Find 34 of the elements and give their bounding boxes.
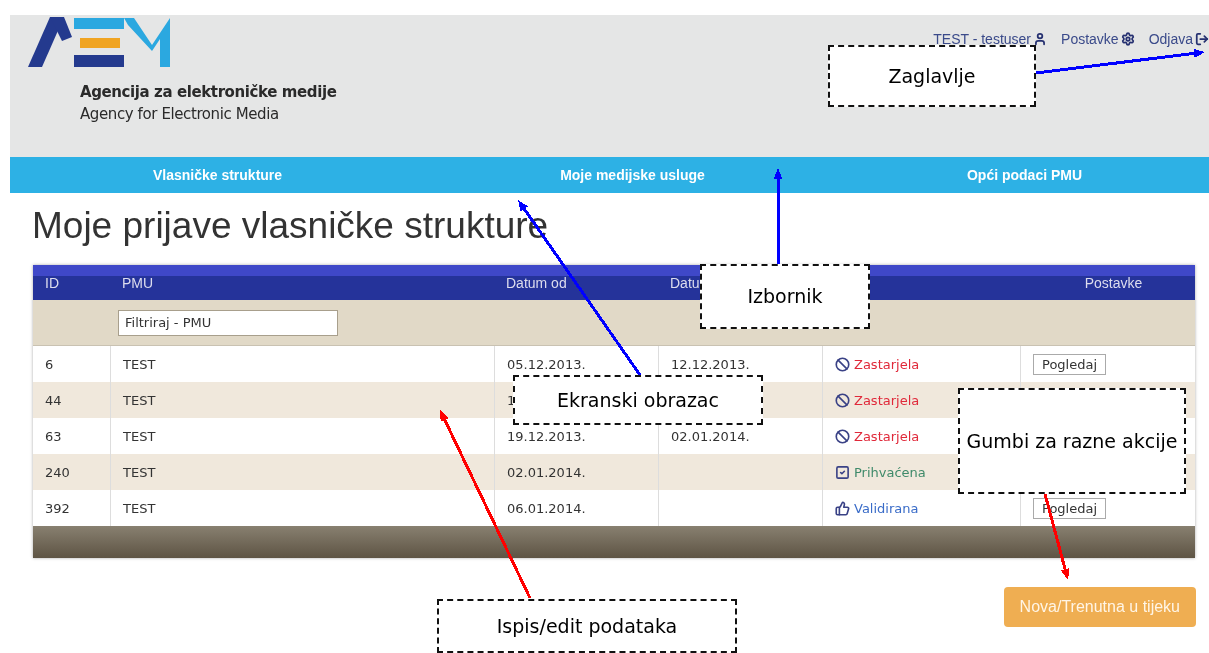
table-cell: 44 (33, 382, 110, 418)
annotation-label: Ispis/edit podataka (437, 599, 737, 653)
agency-name: Agencija za elektroničke medije (80, 82, 337, 103)
status-label: Zastarjela (835, 392, 920, 408)
settings-icon (1120, 32, 1135, 46)
view-button[interactable]: Pogledaj (1033, 353, 1107, 375)
column-header: ID (33, 265, 110, 300)
annotation-label: Izbornik (700, 264, 870, 329)
table-cell: TEST (110, 454, 494, 490)
check-square-icon (835, 464, 850, 480)
header-link[interactable]: TEST - testuser (933, 31, 1048, 47)
annotation-label: Ekranski obrazac (513, 375, 763, 425)
table-cell: 02.01.2014. (494, 454, 658, 490)
status-label: Prihvaćena (835, 464, 926, 480)
column-header: Postavke (1020, 265, 1195, 300)
status-label: Zastarjela (835, 428, 920, 444)
column-header: PMU (110, 265, 494, 300)
ban-icon (835, 428, 850, 444)
table-cell: TEST (110, 382, 494, 418)
filter-field[interactable]: Filtriraj - PMU (118, 309, 338, 336)
column-header: Datum od (494, 265, 658, 300)
status-label: Zastarjela (835, 356, 920, 372)
header-link[interactable]: Postavke (1061, 31, 1135, 47)
annotation-label: Gumbi za razne akcije (958, 388, 1186, 494)
status-label: Validirana (835, 500, 919, 516)
header-link[interactable]: Odjava (1148, 31, 1209, 47)
agency-name-english: Agency for Electronic Media (80, 104, 280, 125)
ban-icon (835, 392, 850, 408)
annotation-label: Zaglavlje (828, 45, 1036, 107)
thumbs-up-icon (835, 500, 850, 516)
table-cell: 240 (33, 454, 110, 490)
logout-icon (1195, 32, 1209, 46)
ban-icon (835, 356, 850, 372)
user-icon (1033, 32, 1048, 46)
